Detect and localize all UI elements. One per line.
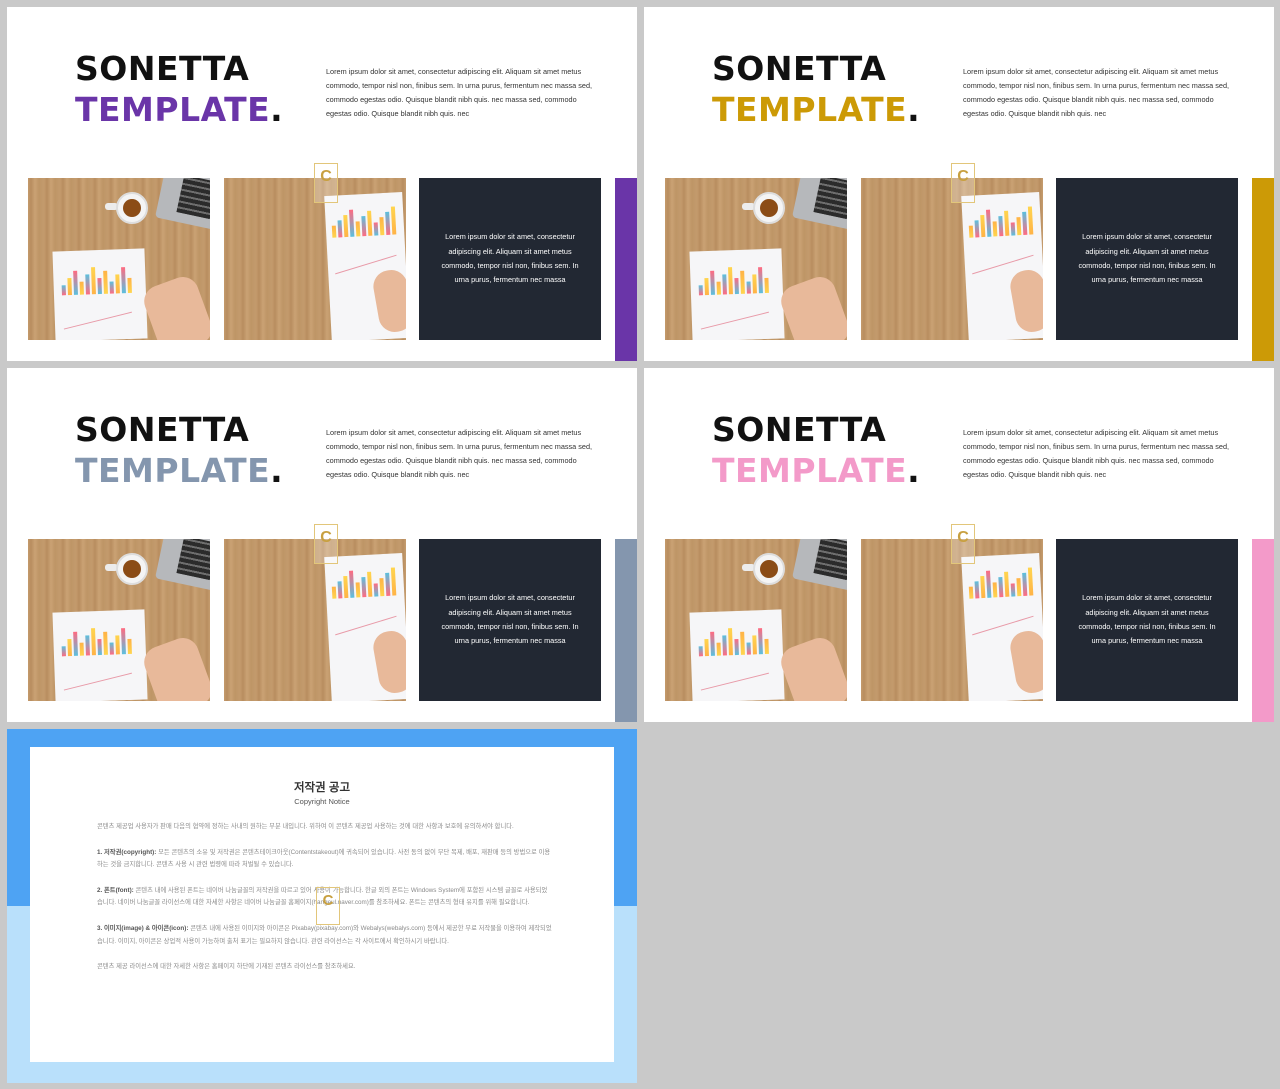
copyright-title: 저작권 공고	[293, 782, 351, 794]
title-line-1: SONETTA	[75, 49, 250, 88]
coffee-cup-image	[753, 192, 785, 224]
copyright-card: 저작권 공고 Copyright Notice 콘텐츠 제공업 사용자가 판매 …	[30, 747, 614, 1062]
desk-photo-1	[665, 539, 847, 701]
text-box-content: Lorem ipsum dolor sit amet, consectetur …	[441, 232, 579, 285]
hand-image	[776, 272, 847, 340]
watermark-logo: C	[951, 524, 975, 564]
keyboard-image	[813, 539, 847, 581]
copyright-item-heading: 3. 이미지(image) & 아이콘(icon):	[97, 924, 189, 932]
coffee-cup-image	[753, 553, 785, 585]
hand-image	[776, 633, 847, 701]
text-box: Lorem ipsum dolor sit amet, consectetur …	[1056, 178, 1238, 340]
text-box-content: Lorem ipsum dolor sit amet, consectetur …	[1078, 232, 1216, 285]
slide-gray: SONETTA TEMPLATE. Lorem ipsum dolor sit am…	[7, 368, 637, 722]
copyright-item-heading: 2. 폰트(font):	[97, 886, 134, 894]
hand-image	[139, 272, 210, 340]
accent-bar	[615, 178, 637, 361]
report-paper-image	[52, 609, 148, 701]
coffee-cup-image	[116, 192, 148, 224]
copyright-item-text: 모든 콘텐츠의 소유 및 저작권은 콘텐츠테이크아웃(Contentstakeo…	[97, 848, 551, 869]
intro-paragraph: Lorem ipsum dolor sit amet, consectetur …	[963, 428, 1230, 479]
copyright-subtitle: Copyright Notice	[294, 797, 350, 806]
accent-bar	[1252, 539, 1274, 722]
slide-gold: SONETTA TEMPLATE. Lorem ipsum dolor sit am…	[644, 7, 1274, 361]
watermark-logo: C	[314, 163, 338, 203]
keyboard-image	[176, 539, 210, 581]
watermark-logo: C	[314, 524, 338, 564]
text-box-content: Lorem ipsum dolor sit amet, consectetur …	[441, 593, 579, 646]
copyright-item: 1. 저작권(copyright): 모든 콘텐츠의 소유 및 저작권은 콘텐츠…	[97, 847, 552, 872]
copyright-footer: 콘텐츠 제공 라이선스에 대한 자세한 사항은 홈페이지 하단에 기재된 콘텐츠…	[97, 963, 356, 971]
title-line-2: TEMPLATE.	[75, 90, 284, 129]
desk-photo-1	[665, 178, 847, 340]
keyboard-image	[176, 178, 210, 220]
text-box: Lorem ipsum dolor sit amet, consectetur …	[419, 539, 601, 701]
text-box: Lorem ipsum dolor sit amet, consectetur …	[419, 178, 601, 340]
watermark-logo: C	[316, 887, 340, 925]
title-line-1: SONETTA	[712, 410, 887, 449]
intro-paragraph: Lorem ipsum dolor sit amet, consectetur …	[326, 428, 593, 479]
desk-photo-1	[28, 539, 210, 701]
title-line-2: TEMPLATE.	[712, 451, 921, 490]
report-paper-image	[52, 248, 148, 340]
copyright-item: 3. 이미지(image) & 아이콘(icon): 콘텐츠 내에 사용된 이미…	[97, 923, 552, 948]
copyright-item-heading: 1. 저작권(copyright):	[97, 848, 157, 856]
intro-paragraph: Lorem ipsum dolor sit amet, consectetur …	[963, 67, 1230, 118]
keyboard-image	[813, 178, 847, 220]
text-box: Lorem ipsum dolor sit amet, consectetur …	[1056, 539, 1238, 701]
title-line-2: TEMPLATE.	[75, 451, 284, 490]
copyright-slide: 저작권 공고 Copyright Notice 콘텐츠 제공업 사용자가 판매 …	[7, 729, 637, 1083]
report-paper-image	[689, 609, 785, 701]
hand-image	[139, 633, 210, 701]
copyright-intro: 콘텐츠 제공업 사용자가 판매 다음의 협약에 정하는 사내의 원하는 부분 내…	[97, 823, 514, 830]
title-line-2: TEMPLATE.	[712, 90, 921, 129]
title-line-1: SONETTA	[75, 410, 250, 449]
accent-bar	[1252, 178, 1274, 361]
report-paper-image	[689, 248, 785, 340]
slide-purple: SONETTA TEMPLATE. Lorem ipsum dolor sit am…	[7, 7, 637, 361]
watermark-logo: C	[951, 163, 975, 203]
slide-pink: SONETTA TEMPLATE. Lorem ipsum dolor sit am…	[644, 368, 1274, 722]
coffee-cup-image	[116, 553, 148, 585]
intro-paragraph: Lorem ipsum dolor sit amet, consectetur …	[326, 67, 593, 118]
desk-photo-1	[28, 178, 210, 340]
title-line-1: SONETTA	[712, 49, 887, 88]
text-box-content: Lorem ipsum dolor sit amet, consectetur …	[1078, 593, 1216, 646]
accent-bar	[615, 539, 637, 722]
